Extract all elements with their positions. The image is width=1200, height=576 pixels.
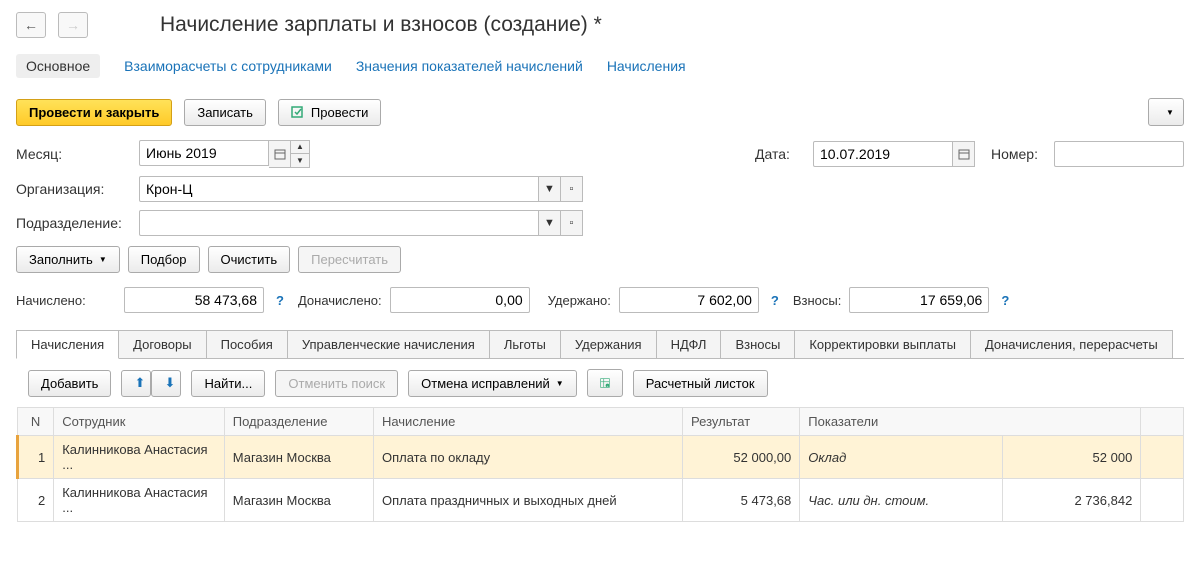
col-result-header[interactable]: Результат <box>683 408 800 436</box>
back-button[interactable]: ← <box>16 12 46 38</box>
dept-open-button[interactable]: ▫ <box>561 210 583 236</box>
tab-mgmt[interactable]: Управленческие начисления <box>287 330 490 358</box>
col-extra-header <box>1141 408 1184 436</box>
forward-button: → <box>58 12 88 38</box>
svg-text:+: + <box>606 384 608 388</box>
month-label: Месяц: <box>16 146 131 162</box>
dept-label: Подразделение: <box>16 215 131 231</box>
col-dept-header[interactable]: Подразделение <box>224 408 373 436</box>
calendar-icon[interactable] <box>269 140 291 168</box>
table-row[interactable]: 1 Калинникова Анастасия ... Магазин Моск… <box>18 436 1184 479</box>
dept-input[interactable] <box>139 210 539 236</box>
withheld-label: Удержано: <box>548 293 611 308</box>
recalc-button: Пересчитать <box>298 246 401 273</box>
tab-deductions[interactable]: Удержания <box>560 330 657 358</box>
date-label: Дата: <box>755 146 805 162</box>
accrued-value[interactable] <box>124 287 264 313</box>
fill-button[interactable]: Заполнить ▼ <box>16 246 120 273</box>
month-down-button[interactable]: ▼ <box>291 154 309 167</box>
accruals-table: N Сотрудник Подразделение Начисление Рез… <box>16 407 1184 522</box>
tab-benefits[interactable]: Пособия <box>206 330 288 358</box>
date-input[interactable] <box>813 141 953 167</box>
table-icon: + <box>600 375 610 391</box>
page-title: Начисление зарплаты и взносов (создание)… <box>160 13 602 37</box>
help-icon[interactable]: ? <box>276 293 284 308</box>
tab-add-accruals[interactable]: Доначисления, перерасчеты <box>970 330 1173 358</box>
tab-privileges[interactable]: Льготы <box>489 330 561 358</box>
payslip-button[interactable]: Расчетный листок <box>633 370 768 397</box>
post-button[interactable]: Провести <box>278 99 382 126</box>
save-button[interactable]: Записать <box>184 99 266 126</box>
withheld-value[interactable] <box>619 287 759 313</box>
number-input[interactable] <box>1054 141 1184 167</box>
move-up-button[interactable]: ⬆ <box>121 370 151 397</box>
col-indicators-header[interactable]: Показатели <box>800 408 1141 436</box>
dept-dropdown-button[interactable]: ▼ <box>539 210 561 236</box>
add-row-button[interactable]: Добавить <box>28 370 111 397</box>
nav-tab-main[interactable]: Основное <box>16 54 100 78</box>
accrued-label: Начислено: <box>16 293 116 308</box>
contributions-label: Взносы: <box>793 293 842 308</box>
col-employee-header[interactable]: Сотрудник <box>54 408 225 436</box>
col-n-header[interactable]: N <box>18 408 54 436</box>
add-accrued-label: Доначислено: <box>298 293 382 308</box>
find-button[interactable]: Найти... <box>191 370 265 397</box>
month-up-button[interactable]: ▲ <box>291 141 309 154</box>
add-accrued-value[interactable] <box>390 287 530 313</box>
help-icon-2[interactable]: ? <box>771 293 779 308</box>
move-down-button[interactable]: ⬇ <box>151 370 181 397</box>
cancel-fixes-button[interactable]: Отмена исправлений ▼ <box>408 370 577 397</box>
org-label: Организация: <box>16 181 131 197</box>
org-dropdown-button[interactable]: ▼ <box>539 176 561 202</box>
nav-tabs: Основное Взаиморасчеты с сотрудниками Зн… <box>16 54 1184 78</box>
tab-contrib[interactable]: Взносы <box>720 330 795 358</box>
tab-ndfl[interactable]: НДФЛ <box>656 330 722 358</box>
month-input[interactable] <box>139 140 269 166</box>
nav-tab-accruals[interactable]: Начисления <box>607 58 686 74</box>
number-label: Номер: <box>991 146 1046 162</box>
table-row[interactable]: 2 Калинникова Анастасия ... Магазин Моск… <box>18 479 1184 522</box>
cancel-search-button: Отменить поиск <box>275 370 398 397</box>
nav-tab-indicators[interactable]: Значения показателей начислений <box>356 58 583 74</box>
tab-corrections[interactable]: Корректировки выплаты <box>794 330 971 358</box>
select-button[interactable]: Подбор <box>128 246 200 273</box>
more-menu-button[interactable]: ▼ <box>1148 98 1184 126</box>
post-and-close-button[interactable]: Провести и закрыть <box>16 99 172 126</box>
table-settings-button[interactable]: + <box>587 369 623 397</box>
org-open-button[interactable]: ▫ <box>561 176 583 202</box>
tab-accruals[interactable]: Начисления <box>16 330 119 359</box>
help-icon-3[interactable]: ? <box>1001 293 1009 308</box>
tab-contracts[interactable]: Договоры <box>118 330 206 358</box>
contributions-value[interactable] <box>849 287 989 313</box>
clear-button[interactable]: Очистить <box>208 246 291 273</box>
col-charge-header[interactable]: Начисление <box>373 408 682 436</box>
org-input[interactable] <box>139 176 539 202</box>
date-calendar-icon[interactable] <box>953 141 975 167</box>
post-icon <box>291 105 305 119</box>
nav-tab-settlements[interactable]: Взаиморасчеты с сотрудниками <box>124 58 332 74</box>
